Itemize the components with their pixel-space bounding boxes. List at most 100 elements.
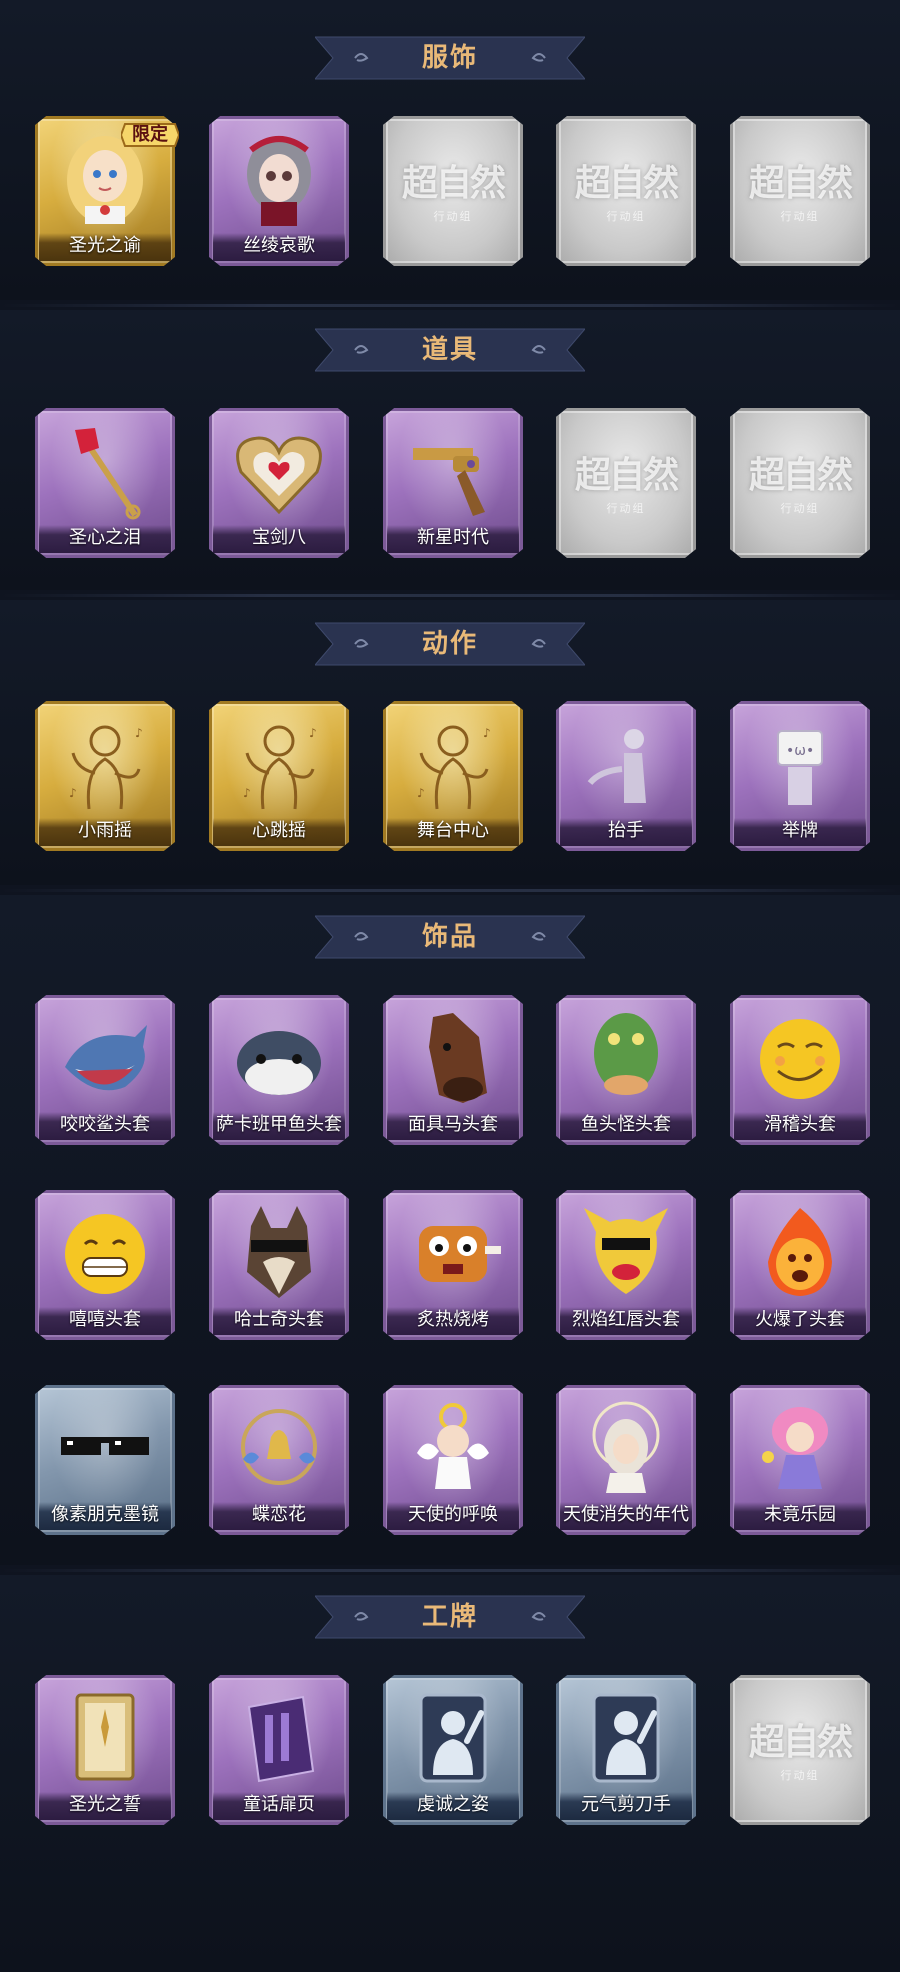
section-title-banner: 动作 — [315, 619, 585, 669]
section-divider — [0, 594, 900, 597]
fire-head-icon — [768, 1208, 832, 1296]
item-label: 萨卡班甲鱼头套 — [216, 1114, 342, 1135]
item-label: 圣心之泪 — [69, 527, 141, 548]
item-label: 哈士奇头套 — [234, 1309, 324, 1330]
fish-monster-head-icon — [594, 1013, 658, 1095]
placeholder-title: 超自然 — [574, 162, 679, 204]
item-card[interactable]: ♪ ♪ 小雨摇 — [35, 701, 175, 851]
item-card[interactable]: 元气剪刀手 — [556, 1675, 696, 1825]
section-title: 饰品 — [421, 922, 478, 952]
placeholder-logo: 超自然 行动组 — [566, 154, 686, 224]
item-card[interactable]: 萨卡班甲鱼头套 — [209, 995, 349, 1145]
dance-pose-icon: ♪♪ — [243, 725, 317, 810]
svg-text:♪: ♪ — [417, 786, 425, 800]
item-card[interactable]: 抬手 — [556, 701, 696, 851]
placeholder-title: 超自然 — [748, 1721, 853, 1763]
item-label: 抬手 — [608, 820, 644, 841]
item-label: 小雨摇 — [78, 820, 132, 841]
placeholder-subtitle: 行动组 — [606, 502, 646, 515]
item-card[interactable]: 烈焰红唇头套 — [556, 1190, 696, 1340]
svg-text:♪: ♪ — [69, 786, 77, 800]
svg-text:♪: ♪ — [309, 726, 317, 740]
item-card[interactable]: 未竟乐园 — [730, 1385, 870, 1535]
revolver-icon — [413, 448, 485, 516]
dance-pose-icon: ♪♪ — [69, 725, 143, 810]
item-card[interactable]: 炙热烧烤 — [383, 1190, 523, 1340]
section-title: 服饰 — [421, 43, 478, 73]
grin-face-head-icon — [65, 1214, 145, 1294]
item-label: 滑稽头套 — [764, 1114, 836, 1135]
item-label: 虔诚之姿 — [417, 1794, 489, 1815]
item-card[interactable]: 鱼头怪头套 — [556, 995, 696, 1145]
item-card[interactable]: 天使消失的年代 — [556, 1385, 696, 1535]
item-card[interactable]: 圣心之泪 — [35, 408, 175, 558]
yellow-lips-head-icon — [584, 1208, 668, 1294]
placeholder-subtitle: 行动组 — [780, 502, 820, 515]
item-card[interactable]: 滑稽头套 — [730, 995, 870, 1145]
horse-head-icon — [429, 1013, 487, 1103]
placeholder-logo: 超自然 行动组 — [740, 1713, 860, 1783]
item-label: 天使的呼唤 — [408, 1504, 498, 1525]
item-card[interactable]: ♪ ♪ 心跳摇 — [209, 701, 349, 851]
item-label: 蝶恋花 — [252, 1504, 306, 1525]
item-card[interactable]: 嘻嘻头套 — [35, 1190, 175, 1340]
item-label: 嘻嘻头套 — [69, 1309, 141, 1330]
item-card[interactable]: 新星时代 — [383, 408, 523, 558]
svg-text:•ω•: •ω• — [786, 743, 814, 759]
item-label: 咬咬鲨头套 — [60, 1114, 150, 1135]
item-card[interactable]: 像素朋克墨镜 — [35, 1385, 175, 1535]
pixel-sunglasses-icon — [61, 1437, 149, 1455]
item-card[interactable]: 丝绫哀歌 — [209, 116, 349, 266]
svg-text:♪: ♪ — [135, 726, 143, 740]
item-card[interactable]: 圣光之谕 限定 — [35, 116, 181, 266]
item-label: 丝绫哀歌 — [243, 235, 315, 256]
item-card[interactable]: 面具马头套 — [383, 995, 523, 1145]
item-card[interactable]: 圣光之誓 — [35, 1675, 175, 1825]
fairy-doll-icon — [762, 1407, 828, 1489]
placeholder-title: 超自然 — [748, 454, 853, 496]
locked-item-card[interactable]: 超自然 行动组 — [383, 116, 523, 266]
placeholder-subtitle: 行动组 — [780, 1769, 820, 1782]
placeholder-title: 超自然 — [748, 162, 853, 204]
purple-book-icon — [247, 1695, 315, 1783]
locked-item-card[interactable]: 超自然 行动组 — [556, 408, 696, 558]
item-label: 炙热烧烤 — [417, 1309, 489, 1330]
placeholder-logo: 超自然 行动组 — [566, 446, 686, 516]
heart-shield-icon — [236, 436, 322, 515]
locked-item-card[interactable]: 超自然 行动组 — [730, 408, 870, 558]
ruby-scepter-icon — [75, 428, 141, 520]
locked-item-card[interactable]: 超自然 行动组 — [556, 116, 696, 266]
item-card[interactable]: 蝶恋花 — [209, 1385, 349, 1535]
locked-item-card[interactable]: 超自然 行动组 — [730, 1675, 870, 1825]
item-label: 举牌 — [782, 820, 818, 841]
silhouette-card-icon — [592, 1693, 660, 1783]
placeholder-subtitle: 行动组 — [606, 210, 646, 223]
locked-item-card[interactable]: 超自然 行动组 — [730, 116, 870, 266]
section-title-banner: 工牌 — [315, 1592, 585, 1642]
item-card[interactable]: 宝剑八 — [209, 408, 349, 558]
item-card[interactable]: ♪ ♪ 舞台中心 — [383, 701, 523, 851]
item-card[interactable]: 咬咬鲨头套 — [35, 995, 175, 1145]
husky-head-icon — [247, 1206, 311, 1298]
section-divider — [0, 889, 900, 892]
limited-badge: 限定 — [119, 122, 181, 148]
item-card[interactable]: 天使的呼唤 — [383, 1385, 523, 1535]
item-card[interactable]: •ω• 举牌 — [730, 701, 870, 851]
funny-face-head-icon — [760, 1019, 840, 1099]
hold-sign-pose-icon: •ω• — [777, 730, 823, 805]
item-card[interactable]: 童话扉页 — [209, 1675, 349, 1825]
section-divider — [0, 304, 900, 307]
limited-badge-label: 限定 — [132, 124, 168, 145]
item-label: 烈焰红唇头套 — [572, 1309, 680, 1330]
item-label: 新星时代 — [417, 527, 489, 548]
raise-hand-pose-icon — [587, 729, 646, 803]
item-label: 童话扉页 — [243, 1794, 315, 1815]
item-label: 心跳摇 — [252, 820, 306, 841]
item-card[interactable]: 火爆了头套 — [730, 1190, 870, 1340]
section-title-banner: 道具 — [315, 325, 585, 375]
item-card[interactable]: 哈士奇头套 — [209, 1190, 349, 1340]
placeholder-logo: 超自然 行动组 — [393, 154, 513, 224]
item-card[interactable]: 虔诚之姿 — [383, 1675, 523, 1825]
item-label: 像素朋克墨镜 — [51, 1504, 159, 1525]
item-label: 圣光之誓 — [69, 1794, 141, 1815]
